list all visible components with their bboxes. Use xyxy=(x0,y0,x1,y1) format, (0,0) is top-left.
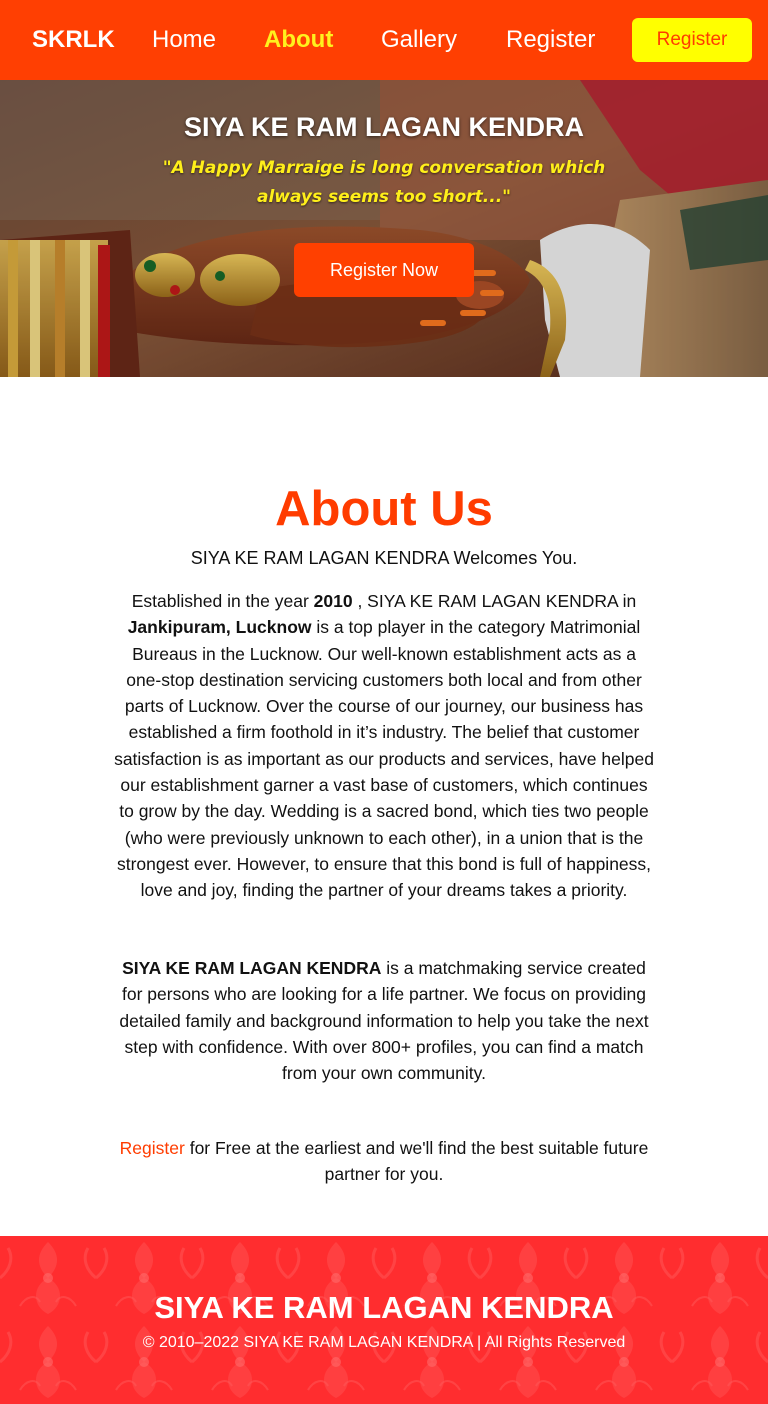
about-heading: About Us xyxy=(275,482,493,536)
cta-text: for Free at the earliest and we'll find … xyxy=(184,1138,649,1185)
register-button[interactable]: Register xyxy=(632,18,752,62)
history-text-company: , SIYA KE RAM LAGAN KENDRA in xyxy=(352,591,637,611)
established-year: 2010 xyxy=(313,591,353,611)
about-paragraph-cta: Register for Free at the earliest and we… xyxy=(114,1135,654,1188)
hero-title: SIYA KE RAM LAGAN KENDRA xyxy=(183,112,585,142)
history-text-intro: Established in the year xyxy=(131,591,314,611)
location-text: Jankipuram, Lucknow xyxy=(127,617,312,638)
hero-banner: SIYA KE RAM LAGAN KENDRA "A Happy Marrai… xyxy=(0,80,768,377)
footer: SIYA KE RAM LAGAN KENDRA © 2010–2022 SIY… xyxy=(0,1236,768,1404)
nav-link-home[interactable]: Home xyxy=(152,22,216,58)
nav-link-gallery[interactable]: Gallery xyxy=(381,22,457,58)
brand-logo-link[interactable]: SKRLK xyxy=(32,24,115,56)
register-now-button[interactable]: Register Now xyxy=(294,243,474,297)
company-name: SIYA KE RAM LAGAN KENDRA xyxy=(122,958,382,978)
hero-quote: "A Happy Marraige is long conversation w… xyxy=(162,158,606,207)
register-inline-link[interactable]: Register xyxy=(120,1138,185,1158)
about-paragraph-service: SIYA KE RAM LAGAN KENDRA is a matchmakin… xyxy=(114,955,654,1086)
footer-title: SIYA KE RAM LAGAN KENDRA xyxy=(154,1290,614,1325)
about-paragraph-history: Established in the year 2010 , SIYA KE R… xyxy=(114,588,654,904)
history-text-body: is a top player in the category Matrimon… xyxy=(114,617,654,901)
about-welcome-text: SIYA KE RAM LAGAN KENDRA Welcomes You. xyxy=(190,548,578,568)
nav-link-about[interactable]: About xyxy=(264,22,333,58)
footer-copyright: © 2010–2022 SIYA KE RAM LAGAN KENDRA | A… xyxy=(142,1334,626,1351)
navbar: SKRLK Home About Gallery Register Regist… xyxy=(0,0,768,80)
nav-link-register[interactable]: Register xyxy=(506,22,595,58)
